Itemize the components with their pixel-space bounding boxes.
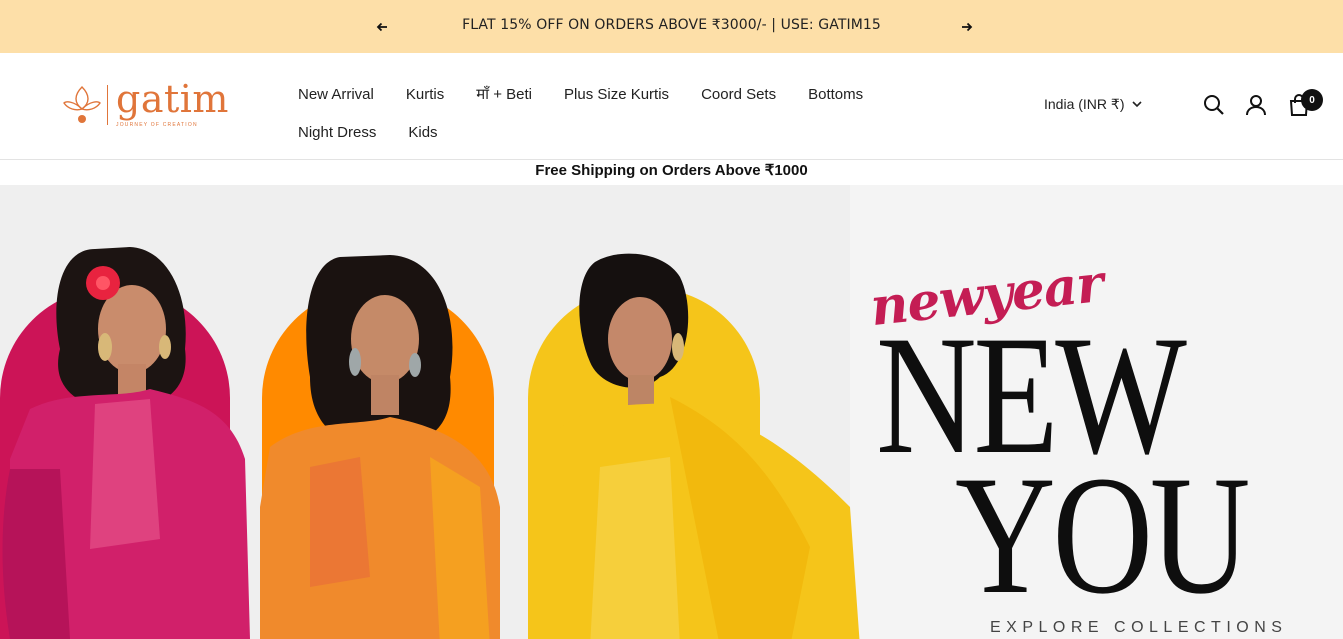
main-navigation: New Arrival Kurtis माँ + Beti Plus Size … bbox=[298, 75, 898, 151]
announcement-message[interactable]: FLAT 15% OFF ON ORDERS ABOVE ₹3000/- | U… bbox=[0, 17, 1343, 33]
account-icon[interactable] bbox=[1245, 94, 1267, 116]
chevron-down-icon bbox=[1132, 101, 1143, 108]
model-pink-image bbox=[2, 247, 250, 639]
nav-row: Night Dress Kids bbox=[298, 113, 898, 151]
arrow-right-icon[interactable] bbox=[956, 16, 978, 38]
logo-wordmark: gatim bbox=[116, 77, 229, 121]
currency-selector[interactable]: India (INR ₹) bbox=[1044, 96, 1143, 113]
nav-coord-sets[interactable]: Coord Sets bbox=[701, 86, 776, 103]
nav-kids[interactable]: Kids bbox=[408, 124, 437, 141]
nav-night-dress[interactable]: Night Dress bbox=[298, 124, 376, 141]
site-logo[interactable]: gatim JOURNEY OF CREATION bbox=[62, 77, 232, 133]
nav-kurtis[interactable]: Kurtis bbox=[406, 86, 444, 103]
site-header: gatim JOURNEY OF CREATION New Arrival Ku… bbox=[0, 53, 1343, 160]
nav-maa-beti[interactable]: माँ + Beti bbox=[476, 84, 532, 104]
nav-plus-size-kurtis[interactable]: Plus Size Kurtis bbox=[564, 86, 669, 103]
nav-bottoms[interactable]: Bottoms bbox=[808, 86, 863, 103]
logo-divider bbox=[107, 85, 108, 125]
hero-headline-you: YOU bbox=[955, 441, 1250, 629]
nav-row: New Arrival Kurtis माँ + Beti Plus Size … bbox=[298, 75, 898, 113]
shipping-strip: Free Shipping on Orders Above ₹1000 bbox=[0, 160, 1343, 185]
nav-new-arrival[interactable]: New Arrival bbox=[298, 86, 374, 103]
hero-explore-text: EXPLORE COLLECTIONS 2025 bbox=[990, 619, 1288, 639]
hero-banner[interactable]: newyear NEW YOU EXPLORE COLLECTIONS 2025 bbox=[0, 185, 1343, 639]
cart-count-badge: 0 bbox=[1301, 89, 1323, 111]
logo-tagline: JOURNEY OF CREATION bbox=[116, 122, 198, 128]
announcement-bar: FLAT 15% OFF ON ORDERS ABOVE ₹3000/- | U… bbox=[0, 0, 1343, 53]
search-icon[interactable] bbox=[1203, 94, 1225, 116]
model-yellow-image bbox=[540, 253, 860, 639]
model-orange-image bbox=[260, 255, 500, 639]
currency-label: India (INR ₹) bbox=[1044, 96, 1125, 112]
leaf-logo-icon bbox=[63, 86, 101, 123]
